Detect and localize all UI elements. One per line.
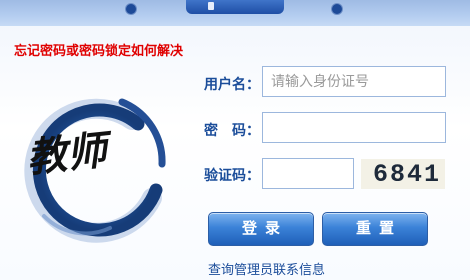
teacher-logo: 教师 [24, 98, 166, 243]
username-label: 用户名： [204, 77, 260, 93]
decor-dot-left [126, 4, 136, 14]
captcha-input[interactable] [262, 158, 354, 189]
admin-contact-link[interactable]: 查询管理员联系信息 [208, 259, 325, 278]
forgot-password-link[interactable]: 忘记密码或密码锁定如何解决 [14, 40, 183, 59]
reset-button[interactable]: 重置 [322, 212, 428, 246]
decor-tab [186, 0, 284, 14]
logo-text: 教师 [24, 126, 115, 182]
captcha-image[interactable]: 6841 [361, 159, 445, 189]
password-input[interactable] [262, 112, 446, 143]
password-label: 密 码： [204, 123, 260, 139]
username-input[interactable] [262, 66, 446, 97]
captcha-code: 6841 [373, 160, 442, 189]
decor-dot-right [332, 4, 342, 14]
top-decor-bar [0, 0, 470, 26]
login-button[interactable]: 登录 [208, 212, 314, 246]
captcha-label: 验证码： [204, 168, 260, 184]
